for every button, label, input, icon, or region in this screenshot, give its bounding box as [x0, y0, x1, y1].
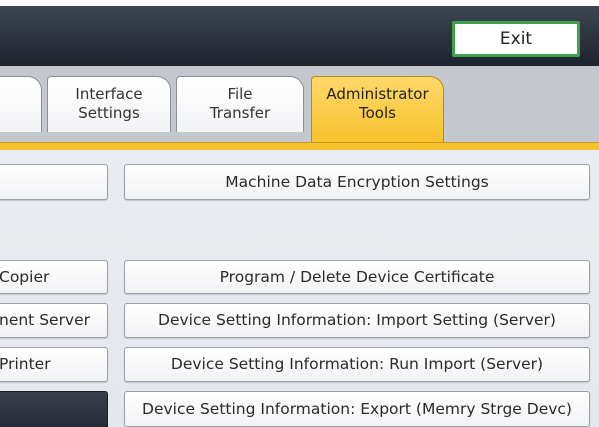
machine-data-encryption-settings-button[interactable]: Machine Data Encryption Settings [124, 164, 590, 200]
printer-button[interactable]: Printer [0, 347, 108, 382]
tab-file-transfer[interactable]: File Transfer [176, 76, 304, 132]
left-button-dark[interactable] [0, 391, 108, 427]
tab-interface-settings[interactable]: Interface Settings [47, 76, 171, 132]
tab-strip: Interface Settings File Transfer Adminis… [0, 66, 599, 143]
left-button-blank[interactable] [0, 164, 108, 200]
exit-button[interactable]: Exit [452, 21, 580, 57]
tab-label-line1: File [227, 85, 253, 103]
program-delete-device-certificate-button[interactable]: Program / Delete Device Certificate [124, 260, 590, 294]
run-import-server-button[interactable]: Device Setting Information: Run Import (… [124, 347, 590, 382]
tab-administrator-tools[interactable]: Administrator Tools [311, 76, 444, 143]
tab-label-line2: Transfer [209, 104, 271, 122]
document-server-button[interactable]: nent Server [0, 303, 108, 338]
tab-label-line1: Interface [75, 85, 143, 103]
import-setting-server-button[interactable]: Device Setting Information: Import Setti… [124, 303, 590, 338]
tab-partial-left[interactable] [0, 76, 42, 132]
top-bar: Exit [0, 6, 599, 66]
export-memory-storage-device-button[interactable]: Device Setting Information: Export (Memr… [124, 391, 590, 427]
tab-label-line2: Tools [359, 104, 396, 122]
tab-label-line1: Administrator [326, 85, 429, 103]
settings-panel: Exit Interface Settings File Transfer Ad… [0, 6, 599, 427]
tab-label-line2: Settings [78, 104, 140, 122]
copier-button[interactable]: Copier [0, 260, 108, 294]
active-tab-rule [0, 142, 599, 150]
